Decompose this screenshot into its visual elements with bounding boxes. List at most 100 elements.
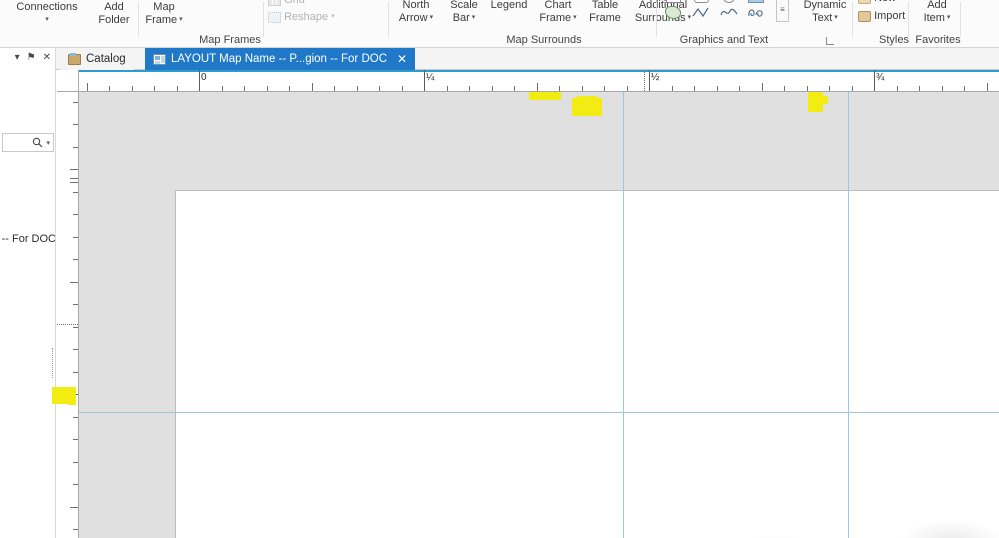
horizontal-ruler-label: ¼ <box>426 72 435 83</box>
circle-icon[interactable] <box>723 0 735 3</box>
chevron-down-icon[interactable]: ▾ <box>45 16 49 23</box>
chevron-down-icon[interactable]: ▾ <box>177 16 183 23</box>
chevron-down-icon[interactable]: ▾ <box>470 14 476 21</box>
ribbon-group-graphics-and-text: ≡ Dynamic Text ▾ Graphics and Text <box>660 0 853 47</box>
ribbon-button-add-folder-label-2: Folder <box>98 13 130 26</box>
ruler-minor-tick <box>73 237 78 238</box>
ribbon-button-table-frame-label-1: Table <box>591 0 619 11</box>
ruler-minor-tick <box>469 86 470 91</box>
polygon-icon[interactable] <box>665 6 681 19</box>
ruler-minor-tick <box>70 282 78 283</box>
ruler-minor-tick <box>784 86 785 91</box>
search-icon[interactable] <box>32 137 43 148</box>
ruler-minor-tick <box>73 439 78 440</box>
pane-item-label[interactable]: -- For DOC <box>0 233 55 247</box>
ruler-minor-tick <box>154 86 155 91</box>
marker-vruler-label <box>52 387 76 404</box>
close-icon[interactable]: ✕ <box>43 52 51 63</box>
ruler-minor-tick <box>559 86 560 91</box>
ribbon-button-legend-label: Legend <box>490 0 528 11</box>
curve-icon[interactable] <box>720 6 738 19</box>
ruler-minor-tick <box>694 86 695 91</box>
ribbon-button-grid[interactable]: Grid <box>268 0 340 7</box>
ribbon-button-dynamic-text-label-1: Dynamic <box>803 0 847 11</box>
ribbon-button-table-frame[interactable]: Table Frame <box>580 0 630 24</box>
marker-ruler-strip <box>529 92 561 100</box>
import-style-icon <box>858 10 871 22</box>
ribbon-button-add-item[interactable]: Add Item ▾ <box>912 0 962 24</box>
ribbon-button-connections[interactable]: Connections ▾ <box>2 1 92 26</box>
vertical-guide[interactable] <box>623 92 624 538</box>
vertical-guide[interactable] <box>848 92 849 538</box>
ruler-minor-tick <box>73 349 78 350</box>
ruler-minor-tick <box>73 484 78 485</box>
ruler-minor-tick <box>70 507 78 508</box>
new-style-icon <box>858 0 871 4</box>
layout-page[interactable] <box>175 190 999 538</box>
chevron-down-icon[interactable]: ▾ <box>945 14 951 21</box>
ruler-minor-tick <box>897 86 898 91</box>
ruler-minor-tick <box>829 86 830 91</box>
pane-divider <box>52 348 53 378</box>
ribbon-button-grid-label: Grid <box>284 0 305 6</box>
ribbon-button-add-item-label-2: Item <box>923 11 945 24</box>
ribbon-group-graphics-and-text-label: Graphics and Text <box>679 34 769 46</box>
ruler-minor-tick <box>244 86 245 91</box>
chevron-down-icon[interactable]: ▾ <box>571 14 577 21</box>
tab-layout[interactable]: LAYOUT Map Name -- P...gion -- For DOC ✕ <box>145 48 416 70</box>
ribbon-button-legend[interactable]: Legend <box>484 0 534 12</box>
ruler-minor-tick <box>379 86 380 91</box>
chevron-down-icon[interactable]: ▾ <box>331 13 335 20</box>
ribbon-button-reshape[interactable]: Reshape ▾ <box>268 11 354 24</box>
ribbon-button-table-frame-label-2: Frame <box>589 11 621 24</box>
horizontal-guide[interactable] <box>79 412 999 413</box>
layout-view: 0 ¼ ½ ¾ ¼ <box>57 70 999 538</box>
tab-catalog[interactable]: Catalog <box>60 48 134 70</box>
ribbon-button-north-arrow[interactable]: North Arrow ▾ <box>388 0 444 24</box>
ribbon-button-map-frame[interactable]: Map Frame ▾ <box>134 1 194 26</box>
ruler-minor-tick <box>762 83 763 91</box>
ruler-minor-tick <box>73 327 78 328</box>
ruler-minor-tick <box>807 86 808 91</box>
ruler-minor-tick <box>604 86 605 91</box>
pin-icon[interactable]: ⚑ <box>27 52 36 63</box>
close-icon[interactable]: ✕ <box>397 53 407 65</box>
ruler-minor-tick <box>739 86 740 91</box>
polyline-icon[interactable] <box>692 6 710 19</box>
freehand-icon[interactable] <box>747 6 765 19</box>
text-box-icon[interactable] <box>748 0 764 3</box>
ruler-corner[interactable] <box>57 70 79 92</box>
ruler-minor-tick <box>334 86 335 91</box>
ribbon-button-chart-frame-label-1: Chart <box>544 0 572 11</box>
horizontal-ruler-label: ½ <box>651 72 660 83</box>
pane-header: ▾ ⚑ ✕ <box>0 48 55 67</box>
chevron-down-icon[interactable]: ▾ <box>832 14 838 21</box>
rounded-rectangle-icon[interactable] <box>694 0 709 3</box>
vertical-ruler[interactable]: ¼ <box>57 92 79 538</box>
ribbon-button-scale-bar[interactable]: Scale Bar ▾ <box>440 0 488 24</box>
ruler-dotted-marker <box>57 324 78 325</box>
ribbon-button-chart-frame[interactable]: Chart Frame ▾ <box>530 0 586 24</box>
layout-canvas[interactable] <box>79 92 999 538</box>
ruler-minor-tick <box>852 86 853 91</box>
ribbon-button-scale-bar-label-1: Scale <box>450 0 478 11</box>
dialog-launcher-icon[interactable] <box>826 37 834 45</box>
chevron-down-icon[interactable]: ▾ <box>428 14 434 21</box>
ribbon-group-map-surrounds-label: Map Surrounds <box>506 34 582 46</box>
pane-menu-icon[interactable]: ▾ <box>15 52 20 63</box>
rectangle-icon[interactable] <box>666 0 681 3</box>
ruler-minor-tick <box>109 86 110 91</box>
horizontal-ruler[interactable]: 0 ¼ ½ ¾ <box>79 70 999 92</box>
ribbon-button-dynamic-text[interactable]: Dynamic Text ▾ <box>794 0 856 24</box>
search-input[interactable]: ▾ <box>2 133 54 152</box>
ribbon-button-map-frame-label-1: Map <box>153 1 175 13</box>
gallery-more-button[interactable]: ≡ <box>776 0 789 22</box>
ruler-double-tick-a <box>70 178 78 179</box>
marker-half-blob-tail <box>577 96 597 102</box>
ruler-minor-tick <box>537 83 538 91</box>
ruler-minor-tick <box>73 147 78 148</box>
ruler-minor-tick <box>73 192 78 193</box>
ruler-minor-tick <box>514 86 515 91</box>
ruler-minor-tick <box>73 529 78 530</box>
chevron-down-icon[interactable]: ▾ <box>46 139 50 147</box>
